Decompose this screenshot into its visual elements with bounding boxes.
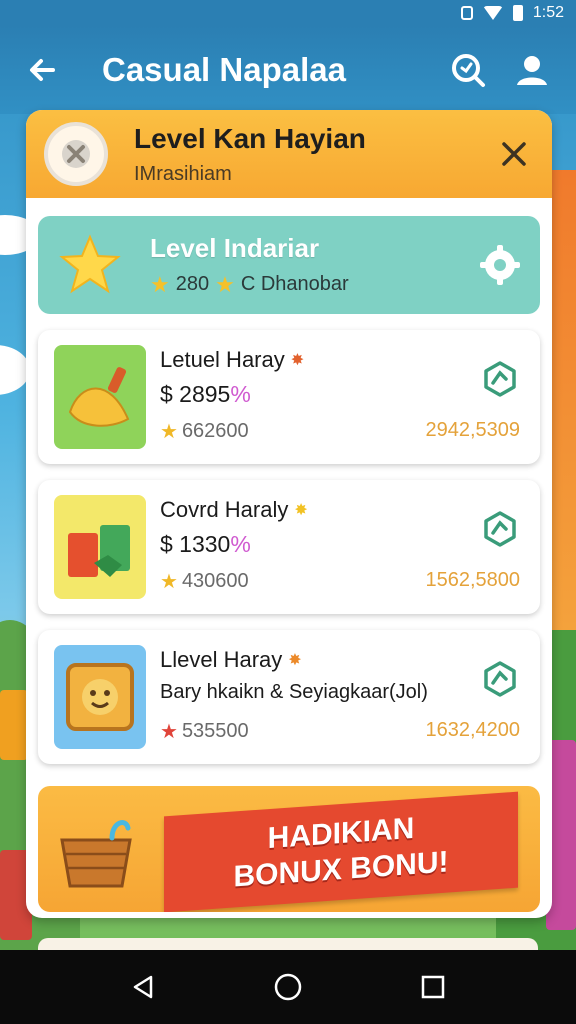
next-card-peek [38,938,538,950]
circle-home-icon [274,973,302,1001]
item-score: 430600 [181,570,249,592]
item-price: $ 1330% [160,531,251,558]
user-icon [517,56,547,85]
close-icon [502,142,526,166]
profile-button[interactable] [510,48,554,92]
item-score: 535500 [181,720,249,742]
item-value: 1632,4200 [425,719,520,741]
item-price-suffix: % [230,531,251,557]
refresh-badge-icon [484,361,516,397]
bonus-ribbon: HADIKIAN BONUX BONU! [164,791,518,912]
badge-icon [44,122,108,186]
item-title: Letuel Haray [160,347,285,372]
score-star-icon: ★ [160,721,178,743]
panel-title: Level Kan Hayian [134,122,366,154]
banana-icon [68,367,130,427]
item-price: $ 2895% [160,381,251,408]
system-nav-bar [0,950,576,1024]
triangle-back-icon [133,975,152,999]
refresh-badge-icon [484,511,516,547]
item-thumbnail [54,645,146,749]
item-action-button[interactable] [480,659,520,699]
item-title: Covrd Haraly [160,497,289,522]
battery-icon [512,5,523,21]
item-value: 1562,5800 [425,569,520,591]
featured-score: 280 [175,273,210,295]
search-button[interactable] [446,48,490,92]
app-title: Casual Napalaa [102,51,346,88]
featured-title: Level Indariar [150,232,320,263]
flower-icon: ✸ [288,652,302,669]
item-price-value: Bary hkaikn & Seyiagkaar(Jol) [160,681,428,703]
item-price-value: $ 2895 [160,381,231,407]
list-item[interactable]: Llevel Haray ✸ Bary hkaikn & Seyiagkaar(… [38,630,540,764]
arrow-left-icon [30,59,55,81]
item-price-value: $ 1330 [160,531,231,557]
settings-button[interactable] [476,241,524,289]
item-action-button[interactable] [480,509,520,549]
square-recents-icon [422,975,445,999]
score-star-icon: ★ [160,571,178,593]
gift-box-icon [68,525,130,577]
item-title: Llevel Haray [160,647,283,672]
basket-icon [60,820,132,888]
item-action-button[interactable] [480,359,520,399]
back-button[interactable] [22,50,62,90]
main-panel: Level Kan Hayian IMrasihiam Level Indari… [26,110,552,918]
item-price: Bary hkaikn & Seyiagkaar(Jol) [160,681,428,704]
small-star-icon: ★ [215,271,235,297]
flower-icon: ✸ [290,352,305,369]
list-item[interactable]: Covrd Haraly ✸ $ 1330% ★ 430600 1562,580… [38,480,540,614]
item-score: 662600 [181,420,249,442]
featured-level-card[interactable]: Level Indariar ★ 280 ★ C Dhanobar [38,216,540,314]
nav-recents-button[interactable] [413,967,453,1007]
vibrate-icon [460,6,473,20]
item-thumbnail [54,345,146,449]
status-time: 1:52 [532,4,564,21]
item-value: 2942,5309 [425,419,520,441]
list-item[interactable]: Letuel Haray ✸ $ 2895% ★ 662600 2942,530… [38,330,540,464]
search-icon [452,54,485,87]
panel-subtitle: IMrasihiam [134,162,232,185]
wifi-icon [482,6,503,20]
gear-icon [480,245,520,285]
star-icon [59,234,121,294]
character-tile-icon [66,663,134,731]
bonus-banner[interactable]: HADIKIAN BONUX BONU! [38,786,540,912]
featured-meta-label: C Dhanobar [240,273,349,295]
small-star-icon: ★ [150,271,170,297]
refresh-badge-icon [484,661,516,697]
panel-header: Level Kan Hayian IMrasihiam [26,110,552,198]
status-bar: 1:52 [0,0,576,26]
bonus-line-2: BONUX BONU! [233,845,449,894]
score-star-icon: ★ [160,421,178,443]
item-thumbnail [54,495,146,599]
close-button[interactable] [494,134,534,174]
app-bar: Casual Napalaa [0,26,576,114]
item-price-suffix: % [230,381,251,407]
nav-back-button[interactable] [123,967,163,1007]
nav-home-button[interactable] [268,967,308,1007]
flower-icon: ✸ [294,502,308,519]
